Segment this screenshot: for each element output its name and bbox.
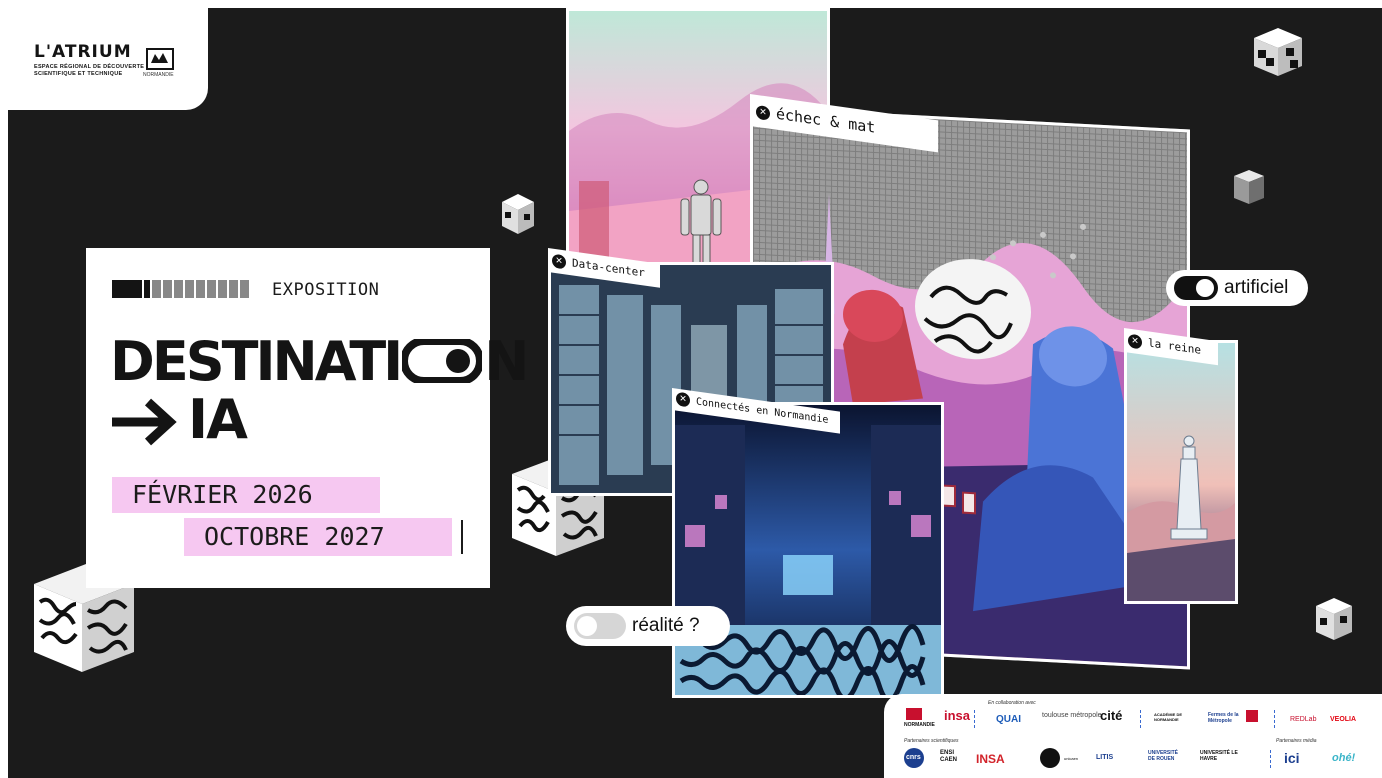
image-panel-la-reine[interactable] [1124,340,1238,604]
checker-cube-small-icon [502,194,534,234]
close-icon[interactable]: ✕ [552,253,566,270]
partner-logo[interactable]: ohé! [1332,752,1355,764]
partner-logo[interactable]: toulouse métropole [1042,712,1102,719]
realite-toggle[interactable]: réalité ? [566,606,730,646]
partner-logo[interactable]: UNIVERSITÉ LE HAVRE [1200,750,1240,762]
pattern-cube-small-icon [1234,170,1264,204]
partner-logo[interactable]: VEOLIA [1330,716,1356,723]
partner-separator [1270,750,1272,768]
normandie-emblem-icon [146,48,174,70]
artificiel-toggle[interactable]: artificiel [1166,270,1308,306]
exhibition-banner: L'ATRIUM ESPACE RÉGIONAL DE DÉCOUVERTE S… [0,0,1382,778]
progress-bars-graphic [112,280,249,298]
partner-logo[interactable]: ici [1284,750,1300,766]
region-emblem-icon [1246,710,1258,722]
toggle-track-off [574,613,626,639]
title-n: N [484,330,529,393]
sci-caption: Partenaires scientifiques [904,738,959,744]
logo-subtitle-line2: SCIENTIFIQUE ET TECHNIQUE [34,71,123,77]
normandie-flag-icon [906,708,922,720]
date-start: FÉVRIER 2026 [112,477,380,513]
partner-logo[interactable]: Fermes de la Métropole [1208,712,1242,724]
la-reine-art [1127,435,1235,601]
date-end: OCTOBRE 2027 [184,518,452,556]
toggle-track-on [1174,276,1218,300]
image-panel-connectes-normandie[interactable] [672,402,944,698]
partner-logo[interactable]: LITIS [1096,754,1113,761]
toggle-knob [577,616,597,636]
partner-separator [1274,710,1276,728]
checker-cube-right-icon [1316,598,1352,640]
checker-cube-icon [1254,28,1302,76]
la-reine-text: la reine [1148,336,1201,357]
partner-logo[interactable]: insa [944,708,970,723]
partner-logo[interactable]: INSA [976,752,1005,766]
partner-separator [974,710,976,728]
title-destinati: DESTINATI [110,330,403,393]
partner-logo[interactable]: REDLab [1290,716,1316,723]
collab-caption: En collaboration avec [988,700,1036,706]
partner-logo[interactable]: ACADÉMIE DE NORMANDIE [1154,712,1194,722]
artificiel-label: artificiel [1224,277,1289,298]
partner-logo[interactable]: unicaen [1064,756,1078,761]
toggle-knob [1196,279,1214,297]
logo-subtitle-line1: ESPACE RÉGIONAL DE DÉCOUVERTE [34,64,145,70]
exhibition-kicker: EXPOSITION [272,280,380,300]
close-icon[interactable]: ✕ [756,104,770,121]
title-ia: IA [188,388,248,451]
atrium-subtitle: ESPACE RÉGIONAL DE DÉCOUVERTE SCIENTIFIQ… [34,64,144,78]
title-line1: DESTINATI N [110,334,529,390]
partner-logo[interactable]: QUAI [996,714,1021,725]
partner-logo[interactable]: cnrs [906,754,921,761]
arrow-right-icon [112,398,177,446]
close-icon[interactable]: ✕ [1128,333,1142,350]
media-caption: Partenaires média [1276,738,1317,744]
realite-label: réalité ? [632,615,700,636]
partner-separator [1140,710,1142,728]
toggle-o-icon [400,337,485,385]
partner-logo[interactable]: NORMANDIE [904,722,935,728]
text-cursor [461,520,463,554]
atrium-logo: L'ATRIUM [34,42,132,62]
partners-strip: En collaboration avec Partenaires scient… [884,694,1382,778]
data-center-text: Data-center [572,256,645,280]
close-icon[interactable]: ✕ [676,391,690,408]
connectes-normandie-art [675,405,941,695]
partner-logo[interactable]: cité [1100,708,1122,723]
region-label: NORMANDIE [143,72,174,78]
partner-logo[interactable]: UNIVERSITÉ DE ROUEN [1148,750,1184,762]
logo-tab[interactable]: L'ATRIUM ESPACE RÉGIONAL DE DÉCOUVERTE S… [0,0,208,110]
partner-logo[interactable]: ENSI CAEN [940,750,960,764]
unicaen-logo-icon [1040,748,1060,768]
echec-mat-text: échec & mat [776,104,876,137]
